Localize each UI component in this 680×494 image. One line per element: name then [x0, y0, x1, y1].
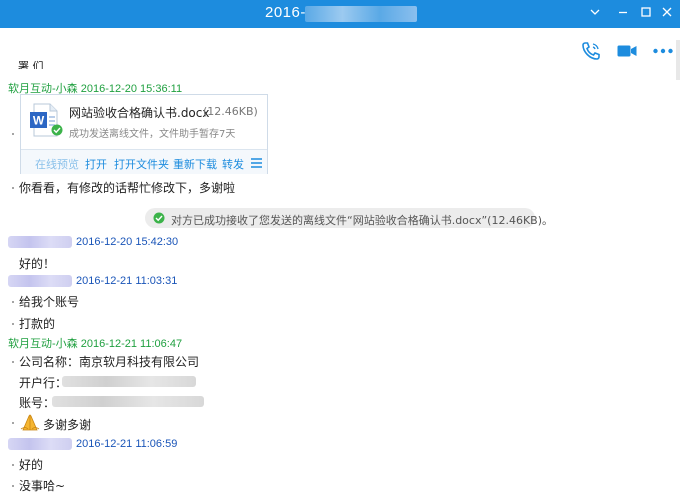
- message-text: 好的！: [19, 257, 56, 271]
- bullet-dot: [12, 133, 14, 135]
- timestamp: 2016-12-21 11:06:47: [80, 338, 183, 350]
- bullet-dot: [12, 301, 14, 303]
- open-folder-link[interactable]: 打开文件夹: [114, 156, 169, 172]
- sender-name: 软月互动-小森: [8, 338, 78, 350]
- message-text: 开户行：: [19, 376, 68, 390]
- message-text: 给我个账号: [19, 295, 80, 309]
- timestamp: 2016-12-21 11:03:31: [76, 275, 178, 287]
- file-status: 成功发送离线文件，文件助手暂存7天: [69, 129, 236, 140]
- maximize-icon[interactable]: [637, 5, 655, 23]
- file-info: W 网站验收合格确认书.docx (12.46KB) 成功发送离线文件，文件助手…: [21, 95, 267, 149]
- redacted-account-number: [52, 396, 204, 407]
- file-name: 网站验收合格确认书.docx: [69, 106, 210, 120]
- redownload-link[interactable]: 重新下载: [173, 156, 217, 172]
- partial-message: 署 们: [18, 60, 44, 69]
- message-header: 软月互动-小森 2016-12-21 11:06:47: [8, 335, 182, 351]
- preview-online-link[interactable]: 在线预览: [35, 156, 79, 172]
- praying-hands-icon: [19, 412, 41, 432]
- scrollbar[interactable]: [676, 40, 680, 80]
- video-icon[interactable]: [616, 40, 638, 62]
- window-title: 2016-: [265, 4, 306, 21]
- message-text: 公司名称：南京软月科技有限公司: [19, 355, 200, 369]
- bullet-dot: [12, 323, 14, 325]
- menu-icon[interactable]: [251, 157, 262, 168]
- close-icon[interactable]: [658, 5, 676, 23]
- message-text: 账号：: [19, 396, 56, 410]
- file-card[interactable]: W 网站验收合格确认书.docx (12.46KB) 成功发送离线文件，文件助手…: [20, 94, 268, 174]
- message-text: 好的: [19, 458, 44, 472]
- bullet-dot: [12, 485, 14, 487]
- title-bar: 2016-: [0, 0, 680, 28]
- message-text: 多谢多谢: [43, 418, 92, 432]
- file-size: (12.46KB): [203, 105, 258, 118]
- bullet-dot: [12, 187, 14, 189]
- message-text: 打款的: [19, 317, 56, 331]
- message-text: 你看看，有修改的话帮忙修改下，多谢啦: [19, 181, 236, 195]
- minimize-icon[interactable]: [614, 5, 632, 23]
- check-icon: [51, 124, 63, 136]
- svg-text:W: W: [33, 114, 45, 128]
- check-icon: [153, 212, 165, 224]
- bullet-dot: [12, 361, 14, 363]
- redacted-sender-name: [8, 275, 72, 287]
- system-notice: 对方已成功接收了您发送的离线文件“网站验收合格确认书.docx”(12.46KB…: [145, 208, 553, 228]
- file-actions: 在线预览 打开 打开文件夹 重新下载 转发: [21, 149, 267, 174]
- forward-link[interactable]: 转发: [222, 156, 244, 172]
- redacted-sender-name: [8, 236, 72, 248]
- bullet-dot: [12, 464, 14, 466]
- more-icon[interactable]: [652, 40, 674, 62]
- open-link[interactable]: 打开: [85, 156, 107, 172]
- redacted-sender-name: [8, 438, 72, 450]
- bullet-dot: [12, 422, 14, 424]
- timestamp: 2016-12-20 15:42:30: [76, 236, 179, 248]
- phone-icon[interactable]: [580, 40, 602, 62]
- redacted-bank-name: [62, 376, 196, 387]
- timestamp: 2016-12-21 11:06:59: [76, 438, 178, 450]
- redacted-title: [305, 6, 417, 22]
- system-notice-text: 对方已成功接收了您发送的离线文件“网站验收合格确认书.docx”(12.46KB…: [171, 214, 553, 227]
- chevron-down-icon[interactable]: [586, 5, 604, 23]
- message-text: 没事哈~: [19, 479, 66, 493]
